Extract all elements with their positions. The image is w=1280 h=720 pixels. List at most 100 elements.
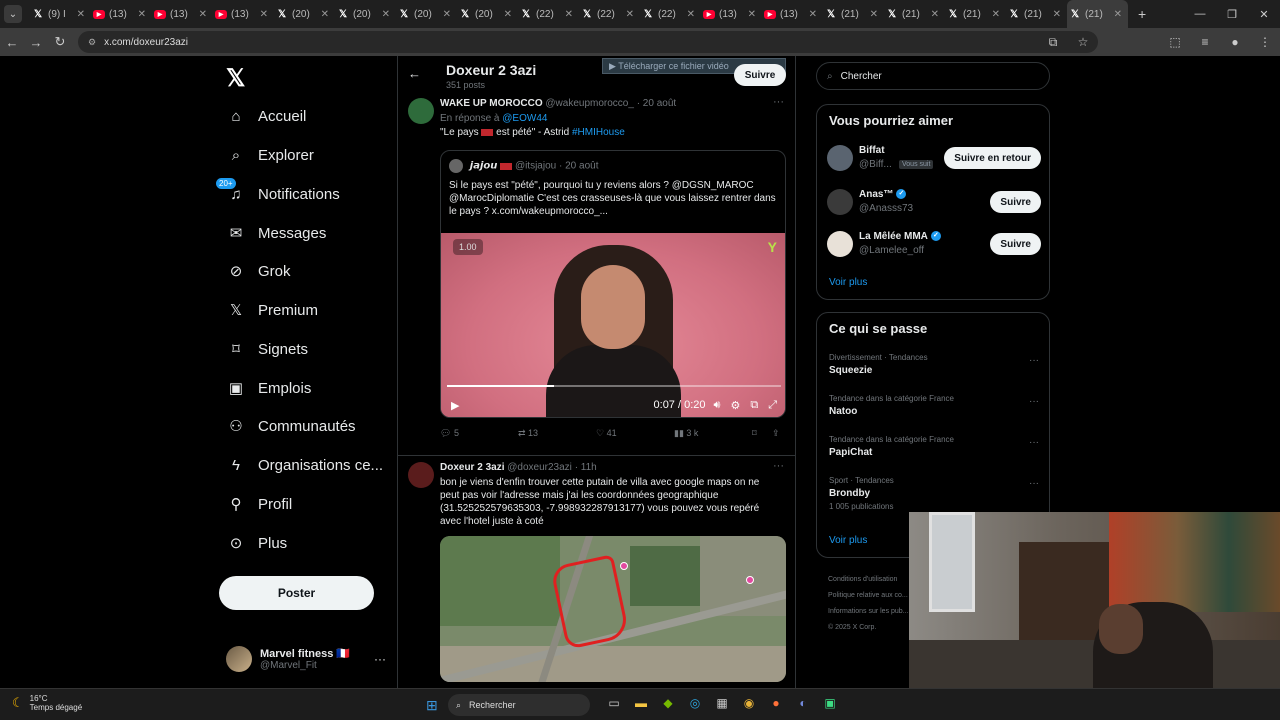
close-tab-icon[interactable]: ✕ bbox=[565, 9, 573, 20]
browser-tab[interactable]: 𝕏 (22) ✕ bbox=[640, 0, 701, 28]
nav-item-organisations-ce-[interactable]: ϟ Organisations ce... bbox=[226, 450, 383, 480]
nav-item-premium[interactable]: 𝕏 Premium bbox=[226, 295, 318, 325]
nav-item-explorer[interactable]: ⌕ Explorer bbox=[226, 140, 314, 170]
browser-tab[interactable]: ▶ (13) ✕ bbox=[91, 0, 152, 28]
close-tab-icon[interactable]: ✕ bbox=[626, 9, 634, 20]
browser-tab[interactable]: 𝕏 (22) ✕ bbox=[518, 0, 579, 28]
suggested-account[interactable]: Anas™ ✓ @Anasss73 Suivre bbox=[827, 187, 1041, 217]
more-icon[interactable]: ··· bbox=[1029, 437, 1039, 448]
browser-tab[interactable]: 𝕏 (21) ✕ bbox=[884, 0, 945, 28]
more-icon[interactable]: ··· bbox=[1029, 396, 1039, 407]
more-icon[interactable]: ··· bbox=[374, 652, 386, 666]
follow-button[interactable]: Suivre bbox=[990, 233, 1041, 255]
profile-icon[interactable]: ● bbox=[1220, 35, 1250, 49]
close-tab-icon[interactable]: ✕ bbox=[260, 9, 268, 20]
new-tab-icon[interactable]: + bbox=[1138, 6, 1146, 22]
tweet-author[interactable]: WAKE UP MOROCCO bbox=[440, 98, 543, 109]
video-progress-bar[interactable] bbox=[447, 385, 781, 387]
store-icon[interactable]: ▦ bbox=[710, 696, 734, 714]
tweet-author[interactable]: Doxeur 2 3azi bbox=[440, 462, 504, 473]
quoted-tweet[interactable]: 𝙟𝙖𝙟𝙤𝙪 @itsjajou · 20 août Si le pays est… bbox=[440, 150, 786, 418]
reload-icon[interactable]: ↻ bbox=[48, 34, 72, 50]
follow-button[interactable]: Suivre en retour bbox=[944, 147, 1041, 169]
browser-tab[interactable]: ▶ (13) ✕ bbox=[701, 0, 762, 28]
url-field[interactable]: ⚙ x.com/doxeur23azi ⧉ ☆ bbox=[78, 31, 1098, 53]
browser-tab[interactable]: 𝕏 (22) ✕ bbox=[579, 0, 640, 28]
back-icon[interactable]: ← bbox=[0, 35, 24, 50]
file-explorer-icon[interactable]: ▬ bbox=[629, 696, 653, 714]
nav-item-signets[interactable]: ⌑ Signets bbox=[226, 334, 308, 364]
close-window-icon[interactable]: ✕ bbox=[1248, 8, 1280, 21]
reply-mention-link[interactable]: @EOW44 bbox=[502, 113, 547, 124]
fullscreen-icon[interactable]: ⤢ bbox=[768, 399, 777, 412]
close-tab-icon[interactable]: ✕ bbox=[992, 9, 1000, 20]
close-tab-icon[interactable]: ✕ bbox=[321, 9, 329, 20]
close-tab-icon[interactable]: ✕ bbox=[748, 9, 756, 20]
tweet-handle[interactable]: @doxeur23azi bbox=[507, 462, 572, 473]
nvidia-icon[interactable]: ◆ bbox=[656, 696, 680, 714]
close-tab-icon[interactable]: ✕ bbox=[1114, 9, 1122, 20]
browser-tab[interactable]: 𝕏 (21) ✕ bbox=[1067, 0, 1128, 28]
close-tab-icon[interactable]: ✕ bbox=[443, 9, 451, 20]
footer-link[interactable]: Politique relative aux co... bbox=[828, 588, 918, 604]
tweet-date[interactable]: · 11h bbox=[575, 462, 597, 473]
trend-item[interactable]: Tendance dans la catégorie France Natoo ··… bbox=[829, 394, 1039, 417]
nav-item-emplois[interactable]: ▣ Emplois bbox=[226, 373, 311, 403]
nav-item-notifications[interactable]: ♫ 20+ Notifications bbox=[216, 178, 340, 209]
browser-tab[interactable]: 𝕏 (20) ✕ bbox=[396, 0, 457, 28]
footer-link[interactable]: © 2025 X Corp. bbox=[828, 620, 918, 636]
playback-speed-badge[interactable]: 1.00 bbox=[453, 239, 483, 255]
task-view-icon[interactable]: ▭ bbox=[602, 696, 626, 714]
app-icon[interactable]: ▣ bbox=[818, 696, 842, 714]
browser-tab[interactable]: 𝕏 (20) ✕ bbox=[335, 0, 396, 28]
footer-link[interactable]: Informations sur les pub... bbox=[828, 604, 918, 620]
more-icon[interactable]: ··· bbox=[1029, 478, 1039, 489]
trend-item[interactable]: Divertissement · Tendances Squeezie ··· bbox=[829, 353, 1039, 376]
tweet[interactable]: Doxeur 2 3azi @doxeur23azi · 11h ··· bon… bbox=[398, 456, 795, 688]
bookmark-star-icon[interactable]: ☆ bbox=[1068, 35, 1098, 50]
suggested-account[interactable]: Biffat @Biff... Vous suit Suivre en retour bbox=[827, 143, 1041, 173]
search-input[interactable]: ⌕ Chercher bbox=[816, 62, 1050, 90]
bookmark-icon[interactable]: ⌑ bbox=[752, 428, 757, 439]
like-button[interactable]: ♡ 41 bbox=[596, 428, 617, 439]
nav-item-messages[interactable]: ✉ Messages bbox=[226, 218, 327, 248]
browser-tab[interactable]: 𝕏 (20) ✕ bbox=[457, 0, 518, 28]
browser-tab[interactable]: 𝕏 (9) I ✕ bbox=[30, 0, 91, 28]
browser-tab[interactable]: ▶ (13) ✕ bbox=[762, 0, 823, 28]
close-tab-icon[interactable]: ✕ bbox=[687, 9, 695, 20]
discord-icon[interactable]: ◐ bbox=[791, 696, 815, 714]
post-button[interactable]: Poster bbox=[219, 576, 374, 610]
close-tab-icon[interactable]: ✕ bbox=[809, 9, 817, 20]
nav-item-profil[interactable]: ⚲ Profil bbox=[226, 489, 293, 519]
windows-start-icon[interactable]: ⊞ bbox=[426, 697, 438, 714]
tab-search-icon[interactable]: ⌄ bbox=[4, 5, 22, 23]
play-icon[interactable]: ▶ bbox=[451, 399, 459, 412]
nav-item-grok[interactable]: ⊘ Grok bbox=[226, 256, 291, 286]
views-button[interactable]: ▮▮ 3 k bbox=[674, 428, 698, 439]
weather-widget[interactable]: ☾ 16°C Temps dégagé bbox=[12, 694, 82, 712]
close-tab-icon[interactable]: ✕ bbox=[870, 9, 878, 20]
follow-button[interactable]: Suivre bbox=[734, 64, 786, 86]
pip-icon[interactable]: ⧉ bbox=[750, 399, 758, 412]
media-icon[interactable]: ≡ bbox=[1190, 35, 1220, 49]
nav-item-plus[interactable]: ⊙ Plus bbox=[226, 528, 287, 558]
more-icon[interactable]: ··· bbox=[1029, 355, 1039, 366]
tweet[interactable]: WAKE UP MOROCCO @wakeupmorocco_ · 20 aoû… bbox=[398, 96, 795, 456]
suggested-account[interactable]: La Mêlée MMA ✓ @Lamelee_off Suivre bbox=[827, 229, 1041, 259]
back-arrow-icon[interactable]: ← bbox=[408, 66, 421, 81]
browser-tab[interactable]: 𝕏 (21) ✕ bbox=[1006, 0, 1067, 28]
forward-icon[interactable]: → bbox=[24, 35, 48, 50]
browser-tab[interactable]: 𝕏 (21) ✕ bbox=[945, 0, 1006, 28]
browser-tab[interactable]: 𝕏 (21) ✕ bbox=[823, 0, 884, 28]
see-more-link[interactable]: Voir plus bbox=[829, 277, 867, 288]
close-tab-icon[interactable]: ✕ bbox=[1053, 9, 1061, 20]
avatar[interactable] bbox=[408, 98, 434, 124]
repost-button[interactable]: ⇄ 13 bbox=[518, 428, 538, 439]
close-tab-icon[interactable]: ✕ bbox=[199, 9, 207, 20]
edge-icon[interactable]: ◎ bbox=[683, 696, 707, 714]
browser-tab[interactable]: ▶ (13) ✕ bbox=[213, 0, 274, 28]
video-player[interactable]: 1.00 Y ▶ 0:07 / 0:20 🔊︎ ⚙ ⧉ ⤢ bbox=[441, 233, 785, 417]
trend-item[interactable]: Sport · Tendances Brondby 1 005 publicatio… bbox=[829, 476, 1039, 511]
extensions-icon[interactable]: ⬚ bbox=[1160, 35, 1190, 49]
settings-icon[interactable]: ⚙ bbox=[730, 399, 740, 412]
